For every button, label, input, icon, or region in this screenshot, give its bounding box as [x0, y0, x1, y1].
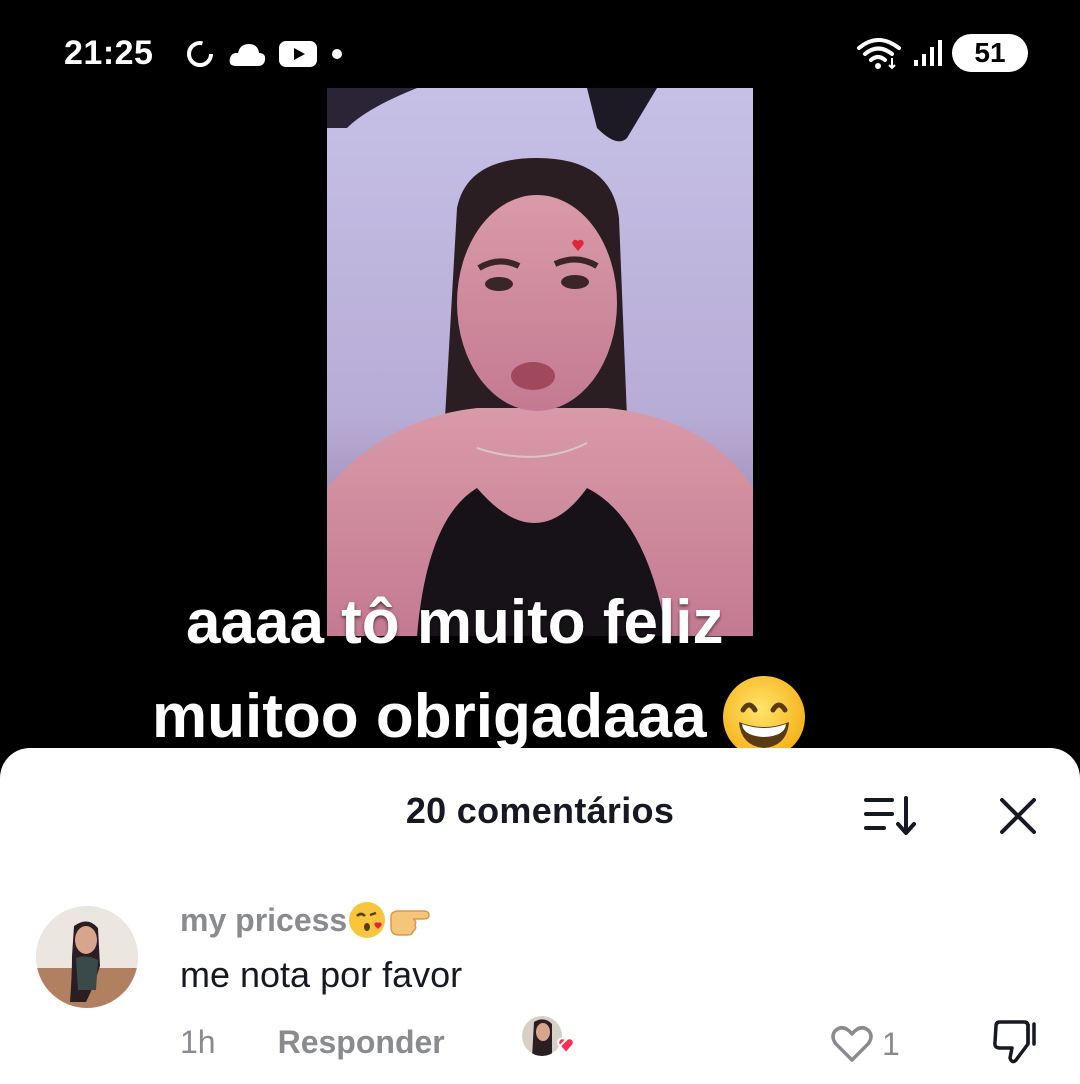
cloud-icon: [229, 44, 266, 66]
comments-sheet: 20 comentários my pricess me nota por fa…: [0, 748, 1080, 1084]
pointing-hand-icon: [390, 910, 430, 936]
battery-level: 51: [974, 37, 1006, 68]
comment-item: my pricess me nota por favor 1h Responde…: [0, 898, 1080, 1084]
sync-icon: [187, 41, 213, 67]
battery-icon: 51: [952, 34, 1028, 72]
status-icons-left: [184, 38, 344, 70]
dot-icon: [332, 49, 342, 59]
video-thumbnail: [327, 88, 753, 636]
heart-outline-icon: [831, 1026, 873, 1062]
kissing-face-icon: [349, 902, 386, 938]
video-caption-line2: muitoo obrigadaaa: [152, 682, 707, 751]
reply-button[interactable]: Responder: [278, 1024, 445, 1061]
signal-icon: [914, 40, 942, 66]
avatar[interactable]: [36, 906, 138, 1008]
comment-text: me nota por favor: [180, 954, 463, 995]
comment-username[interactable]: my pricess: [180, 902, 347, 939]
dislike-icon[interactable]: [990, 1018, 1040, 1066]
comment-meta: 1h Responder: [180, 1024, 445, 1061]
comment-username-row[interactable]: my pricess: [180, 900, 433, 940]
youtube-icon: [279, 41, 317, 67]
status-icons-right: 51: [856, 34, 1028, 72]
creator-liked-icon: [522, 1016, 575, 1056]
wifi-icon: [857, 38, 901, 70]
like-button[interactable]: 1: [830, 1024, 900, 1064]
video-caption-line1: aaaa tô muito feliz: [186, 588, 724, 657]
comments-count-title: 20 comentários: [405, 790, 675, 831]
close-icon[interactable]: [994, 792, 1042, 840]
comment-time: 1h: [180, 1024, 216, 1060]
screen: 21:25 51 aaaa tô muito feliz muitoo obri…: [0, 0, 1080, 1084]
video-player[interactable]: [327, 88, 753, 636]
avatar-image: [36, 906, 138, 1008]
status-time: 21:25: [64, 34, 154, 72]
like-count: 1: [882, 1025, 900, 1062]
sort-icon[interactable]: [862, 792, 918, 838]
